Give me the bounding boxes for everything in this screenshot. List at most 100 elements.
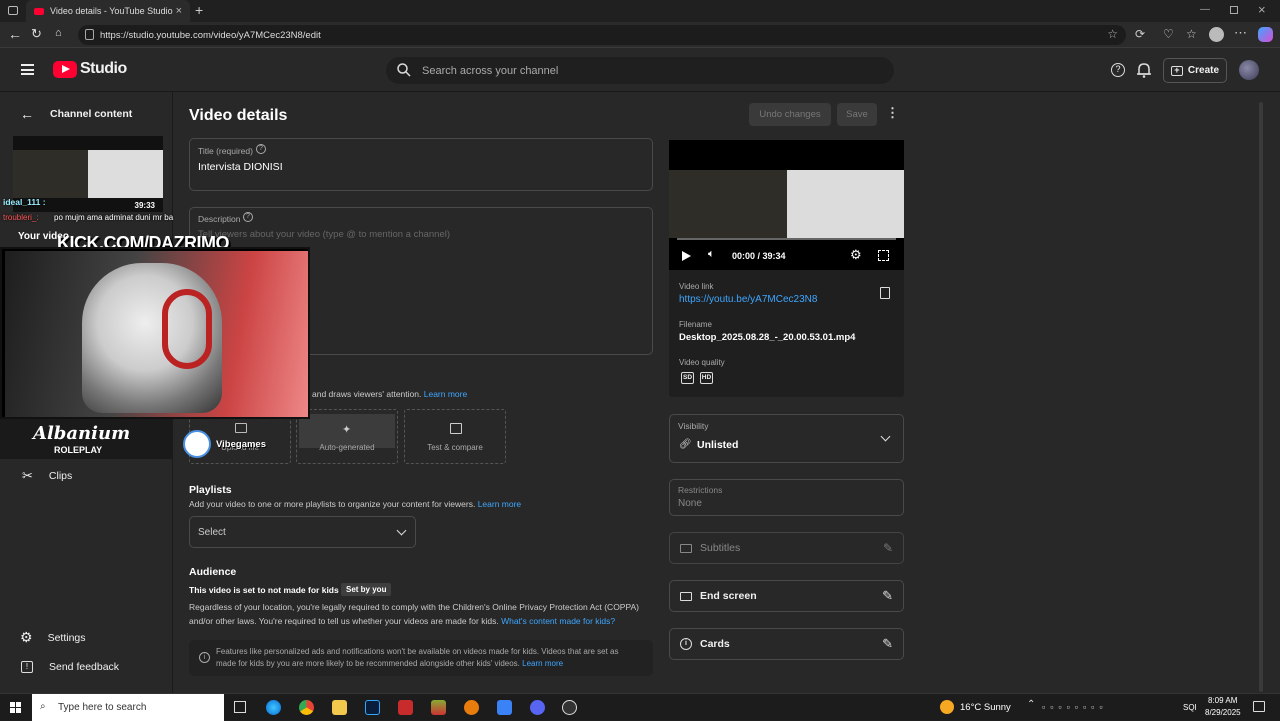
sidebar-item-settings[interactable]: ⚙ Settings: [20, 629, 86, 646]
tray-icons[interactable]: ▫▫▫▫▫▫▫▫: [1042, 702, 1108, 712]
account-avatar[interactable]: [1239, 60, 1259, 80]
cards-row[interactable]: i Cards ✎: [669, 628, 904, 660]
thumbnail-learn-more-link[interactable]: Learn more: [424, 389, 467, 399]
description-label: Description: [198, 214, 241, 224]
copy-link-icon[interactable]: [880, 287, 890, 299]
task-view-icon[interactable]: [234, 701, 246, 713]
clips-label: Clips: [48, 470, 73, 482]
made-for-kids-link[interactable]: What's content made for kids?: [501, 616, 615, 626]
chrome-icon[interactable]: [299, 700, 314, 715]
webcam-overlay: [0, 247, 310, 419]
weather-text[interactable]: 16°C Sunny: [960, 702, 1011, 713]
store-icon[interactable]: [497, 700, 512, 715]
roleplay-brand-sub: ROLEPLAY: [54, 445, 103, 455]
tray-chevron-icon[interactable]: ⌃: [1027, 699, 1035, 710]
close-tab-icon[interactable]: ×: [176, 5, 182, 17]
player-progress-bar[interactable]: [677, 238, 896, 240]
clock-time[interactable]: 8:09 AM: [1208, 696, 1237, 705]
windows-start-icon[interactable]: [10, 702, 21, 713]
player-time: 00:00 / 39:34: [732, 251, 786, 261]
player-settings-icon[interactable]: ⚙: [850, 247, 862, 263]
taskbar-search-box[interactable]: ⌕ Type here to search: [32, 694, 224, 721]
edge-icon[interactable]: [266, 700, 281, 715]
description-help-icon[interactable]: ?: [243, 212, 253, 222]
more-options-icon[interactable]: ⋮: [886, 105, 899, 121]
save-button[interactable]: Save: [837, 103, 877, 126]
reload-icon[interactable]: ↻: [31, 26, 42, 42]
hamburger-menu-icon[interactable]: [21, 64, 34, 75]
title-input[interactable]: Intervista DIONISI: [198, 161, 283, 173]
sidebar-toggle-icon[interactable]: [8, 6, 18, 15]
audience-description-line2: and/or other laws. You're required to te…: [189, 616, 616, 626]
back-to-channel-content-button[interactable]: ← Channel content: [20, 106, 132, 122]
taskbar-search-icon: ⌕: [40, 701, 46, 712]
home-icon[interactable]: ⌂: [55, 27, 62, 39]
url-field[interactable]: https://studio.youtube.com/video/yA7MCec…: [78, 25, 1126, 45]
minimize-icon[interactable]: —: [1200, 4, 1210, 15]
end-screen-row[interactable]: End screen ✎: [669, 580, 904, 612]
browser-tab[interactable]: Video details - YouTube Studio ×: [26, 0, 190, 22]
search-placeholder: Search across your channel: [422, 64, 559, 77]
fullscreen-icon[interactable]: [878, 250, 889, 261]
archive-app-icon[interactable]: [431, 700, 446, 715]
studio-logo[interactable]: Studio: [53, 60, 127, 78]
obs-icon[interactable]: [562, 700, 577, 715]
title-help-icon[interactable]: ?: [256, 144, 266, 154]
new-tab-icon[interactable]: +: [195, 2, 203, 18]
video-link[interactable]: https://youtu.be/yA7MCec23N8: [679, 294, 817, 305]
file-explorer-icon[interactable]: [332, 700, 347, 715]
play-icon[interactable]: [682, 251, 691, 261]
weather-sun-icon: [940, 700, 954, 714]
profile-icon[interactable]: [1209, 27, 1224, 42]
notifications-bell-icon[interactable]: [1137, 63, 1151, 78]
gamepad-icon: [183, 430, 211, 458]
title-field[interactable]: Title (required) ? Intervista DIONISI: [189, 138, 653, 191]
copilot-icon[interactable]: [1258, 27, 1273, 42]
sidebar-item-feedback[interactable]: ! Send feedback: [21, 661, 119, 673]
create-button[interactable]: + Create: [1163, 58, 1227, 83]
extensions-icon[interactable]: ⟳: [1135, 27, 1145, 41]
end-screen-label: End screen: [700, 590, 757, 602]
help-icon[interactable]: ?: [1111, 63, 1125, 77]
close-window-icon[interactable]: ×: [1258, 2, 1266, 17]
playlist-select[interactable]: Select: [189, 516, 416, 548]
subtitles-row[interactable]: Subtitles ✎: [669, 532, 904, 564]
playlists-learn-more-link[interactable]: Learn more: [478, 499, 521, 509]
cards-edit-icon[interactable]: ✎: [882, 636, 893, 652]
thumbnail-test-compare-option[interactable]: Test & compare: [404, 409, 506, 464]
youtube-favicon-icon: [34, 7, 44, 15]
volume-icon[interactable]: 🔈︎: [708, 248, 715, 261]
clock-date[interactable]: 8/29/2025: [1205, 708, 1241, 717]
collections-icon[interactable]: ☆: [1186, 27, 1197, 41]
red-app-icon[interactable]: [398, 700, 413, 715]
language-indicator[interactable]: SQI: [1183, 703, 1197, 712]
info-line2: made for kids by you are more likely to …: [216, 659, 564, 668]
roleplay-logo: Albanium ROLEPLAY: [0, 419, 172, 459]
cards-label: Cards: [700, 638, 730, 650]
channel-search-input[interactable]: Search across your channel: [386, 57, 894, 84]
youtube-logo-icon: [53, 60, 77, 78]
sd-badge: SD: [681, 372, 694, 384]
subtitles-edit-icon[interactable]: ✎: [883, 541, 893, 555]
video-player[interactable]: 🔈︎ 00:00 / 39:34 ⚙: [669, 140, 904, 270]
more-menu-icon[interactable]: ⋯: [1234, 25, 1247, 41]
sidebar-item-clips[interactable]: ✂ Clips: [22, 468, 72, 484]
undo-changes-button[interactable]: Undo changes: [749, 103, 831, 126]
page-scrollbar[interactable]: [1259, 102, 1263, 692]
thumbnail-auto-generated-option[interactable]: ✦ Auto-generated: [296, 409, 398, 464]
browser-essentials-icon[interactable]: ♡: [1163, 27, 1174, 41]
notification-center-icon[interactable]: [1253, 701, 1265, 712]
end-screen-edit-icon[interactable]: ✎: [882, 588, 893, 604]
info-learn-more-link[interactable]: Learn more: [522, 659, 563, 668]
restore-icon[interactable]: [1230, 6, 1238, 14]
restrictions-label: Restrictions: [678, 485, 723, 495]
restrictions-field[interactable]: Restrictions None: [669, 479, 904, 516]
photoshop-icon[interactable]: [365, 700, 380, 715]
set-by-you-badge: Set by you: [341, 583, 392, 596]
visibility-select[interactable]: Visibility 🔗︎ Unlisted: [669, 414, 904, 463]
chat-message-2: po mujm ama adminat duni mr ba: [54, 213, 174, 222]
discord-icon[interactable]: [530, 700, 545, 715]
favorite-star-icon[interactable]: ☆: [1107, 27, 1118, 41]
blender-icon[interactable]: [464, 700, 479, 715]
back-icon[interactable]: ←: [8, 26, 22, 42]
